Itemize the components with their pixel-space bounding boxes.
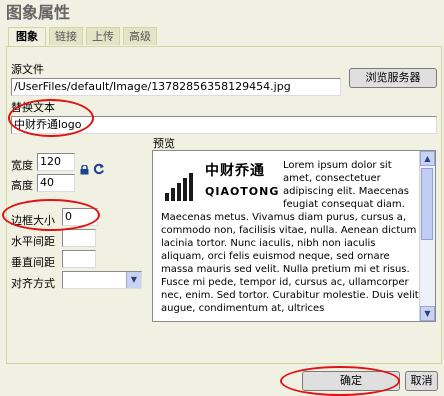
- border-size-label: 边框大小: [11, 214, 55, 227]
- preview-content: 中财乔通 QIAOTONG Lorem ipsum dolor sit amet…: [161, 159, 419, 315]
- width-input[interactable]: 120: [37, 153, 75, 171]
- alt-text-input[interactable]: 中财乔通logo: [11, 116, 437, 134]
- preview-label: 预览: [153, 137, 175, 150]
- source-label: 源文件: [11, 63, 44, 76]
- lock-ratio-icon[interactable]: [80, 164, 89, 175]
- logo-bars-icon: [165, 173, 203, 201]
- tab-link[interactable]: 链接: [49, 27, 83, 45]
- ok-button[interactable]: 确定: [302, 371, 400, 391]
- tab-image[interactable]: 图象: [8, 27, 46, 47]
- preview-scrollbar[interactable]: ▲ ▼: [419, 151, 435, 321]
- scroll-up-icon[interactable]: ▲: [420, 151, 435, 166]
- height-input[interactable]: 40: [37, 174, 75, 192]
- reset-size-icon[interactable]: [93, 163, 105, 175]
- vspace-input[interactable]: [62, 250, 96, 268]
- dialog-title-bar: 图象属性: [0, 0, 444, 22]
- cancel-button[interactable]: 取消: [405, 371, 438, 391]
- hspace-input[interactable]: [62, 229, 96, 247]
- logo-chinese-text: 中财乔通: [205, 163, 265, 179]
- preview-logo-image: 中财乔通 QIAOTONG: [161, 159, 279, 203]
- preview-pane: 中财乔通 QIAOTONG Lorem ipsum dolor sit amet…: [152, 150, 436, 322]
- width-label: 宽度: [11, 159, 33, 172]
- border-size-input[interactable]: 0: [62, 208, 98, 226]
- scroll-thumb[interactable]: [421, 168, 433, 240]
- dialog-title: 图象属性: [6, 3, 71, 22]
- align-select[interactable]: ▼: [62, 271, 142, 289]
- logo-english-text: QIAOTONG: [205, 185, 280, 198]
- browse-server-button[interactable]: 浏览服务器: [349, 68, 437, 88]
- tab-advanced[interactable]: 高级: [123, 27, 157, 45]
- align-label: 对齐方式: [11, 277, 55, 290]
- source-url-input[interactable]: /UserFiles/default/Image/137828563581294…: [11, 78, 341, 96]
- height-label: 高度: [11, 179, 33, 192]
- scroll-down-icon[interactable]: ▼: [420, 306, 435, 321]
- hspace-label: 水平间距: [11, 235, 55, 248]
- alt-text-label: 替换文本: [11, 101, 55, 114]
- vspace-label: 垂直间距: [11, 256, 55, 269]
- chevron-down-icon: ▼: [126, 272, 141, 288]
- tab-upload[interactable]: 上传: [86, 27, 120, 45]
